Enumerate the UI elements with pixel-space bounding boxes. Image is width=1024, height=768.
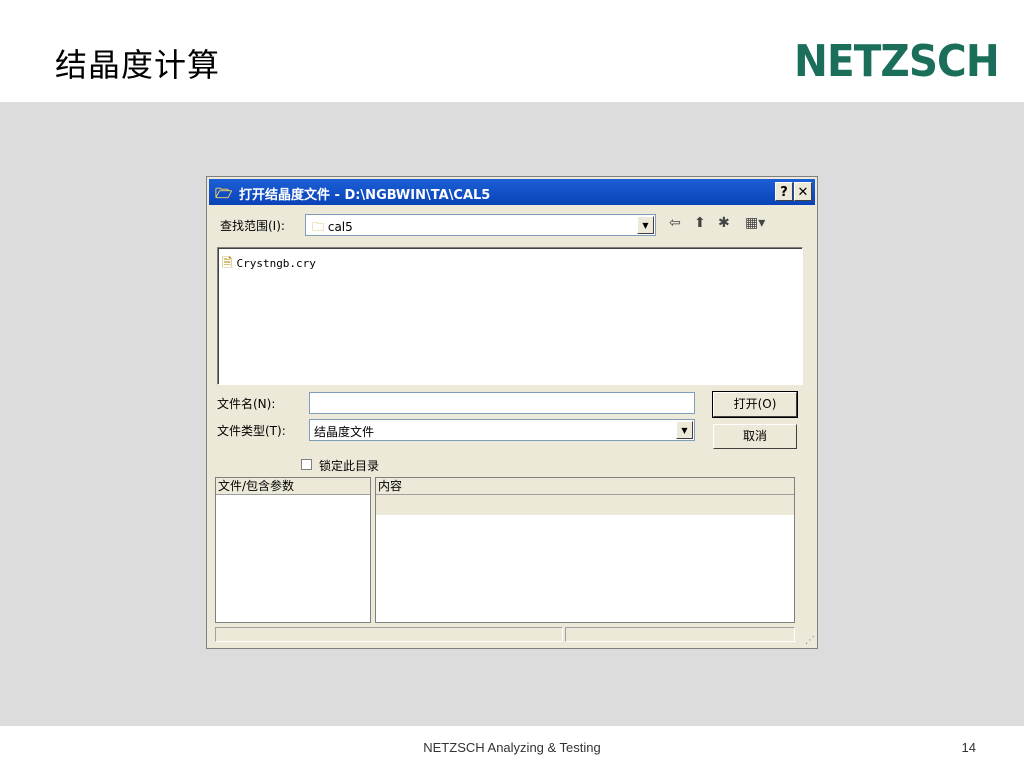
- open-crystallinity-dialog: 🗁 打开结晶度文件 - D:\NGBWIN\TA\CAL5 ? ✕ 查找范围(I…: [206, 176, 818, 649]
- params-panel[interactable]: 文件/包含参数: [215, 477, 371, 623]
- file-name: Crystngb.cry: [236, 257, 316, 270]
- filetype-value: 结晶度文件: [314, 425, 375, 439]
- cancel-button[interactable]: 取消: [713, 424, 797, 449]
- document-icon: 🗎: [222, 256, 233, 271]
- folder-open-icon: 🗁: [215, 186, 233, 202]
- resize-grip-icon[interactable]: ⋰: [805, 635, 815, 646]
- view-menu-icon[interactable]: ▦▾: [745, 215, 765, 231]
- file-list[interactable]: 🗎 Crystngb.cry: [217, 247, 803, 385]
- filetype-select[interactable]: 结晶度文件 ▼: [309, 419, 695, 441]
- status-pane-left: [215, 627, 563, 642]
- help-button[interactable]: ?: [775, 182, 793, 201]
- content-subheader: [376, 495, 794, 515]
- lookin-value: cal5: [327, 220, 353, 234]
- status-pane-right: [565, 627, 795, 642]
- close-button[interactable]: ✕: [794, 182, 812, 201]
- dialog-titlebar[interactable]: 🗁 打开结晶度文件 - D:\NGBWIN\TA\CAL5 ? ✕: [209, 179, 815, 205]
- folder-icon: 🗀: [312, 220, 325, 234]
- filename-label: 文件名(N):: [217, 397, 276, 411]
- lock-dir-label: 锁定此目录: [319, 459, 380, 473]
- dialog-title: 打开结晶度文件 - D:\NGBWIN\TA\CAL5: [239, 188, 491, 203]
- back-arrow-icon[interactable]: ⇦: [669, 215, 681, 231]
- filetype-label: 文件类型(T):: [217, 424, 286, 438]
- new-folder-icon[interactable]: ✱: [718, 215, 730, 231]
- footer-text: NETZSCH Analyzing & Testing: [423, 740, 601, 755]
- lock-dir-checkbox[interactable]: [301, 459, 312, 470]
- chevron-down-icon[interactable]: ▼: [676, 421, 693, 439]
- filename-input[interactable]: [309, 392, 695, 414]
- page-number: 14: [961, 740, 976, 755]
- content-panel[interactable]: 内容: [375, 477, 795, 623]
- lookin-select[interactable]: 🗀 cal5 ▼: [305, 214, 656, 236]
- open-button[interactable]: 打开(O): [712, 391, 798, 418]
- up-folder-icon[interactable]: ⬆: [694, 215, 706, 231]
- list-item[interactable]: 🗎 Crystngb.cry: [222, 254, 316, 276]
- params-header: 文件/包含参数: [216, 478, 370, 495]
- content-header: 内容: [376, 478, 794, 495]
- slide-title: 结晶度计算: [55, 46, 221, 84]
- chevron-down-icon[interactable]: ▼: [637, 216, 654, 234]
- netzsch-logo: NETZSCH: [794, 36, 1000, 87]
- lookin-label: 查找范围(I):: [220, 219, 285, 233]
